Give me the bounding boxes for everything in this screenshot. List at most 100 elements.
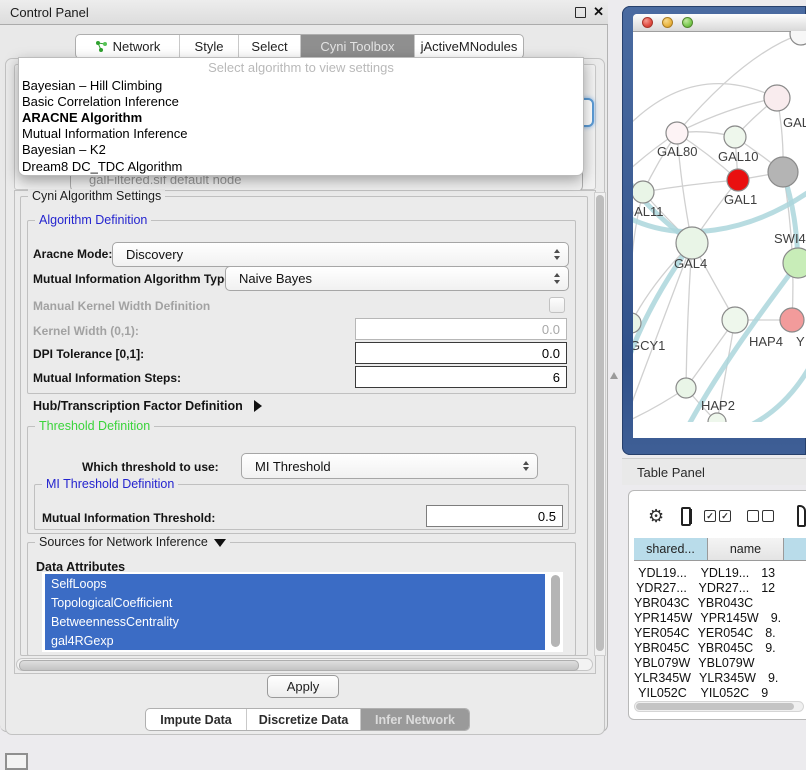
network-node[interactable] — [764, 85, 790, 111]
table-cell[interactable]: YDL19... — [634, 565, 695, 580]
list-item[interactable]: SelfLoops — [45, 574, 545, 593]
horizontal-scrollbar[interactable] — [16, 658, 593, 671]
table-cell[interactable]: YDR27... — [634, 580, 695, 595]
table-cell[interactable]: YPR145W — [700, 610, 766, 625]
tab-infer-network[interactable]: Infer Network — [361, 709, 469, 730]
table-cell[interactable]: YER054C — [634, 625, 698, 640]
table-cell[interactable]: YBL079W — [634, 655, 698, 670]
algorithm-option[interactable]: Basic Correlation Inference — [19, 93, 583, 109]
list-item[interactable]: BetweennessCentrality — [45, 612, 545, 631]
network-node[interactable] — [780, 308, 804, 332]
algorithm-option[interactable]: Bayesian – Hill Climbing — [19, 77, 583, 93]
mac-close-button[interactable] — [642, 17, 653, 28]
network-edge[interactable] — [686, 243, 692, 388]
table-cell[interactable] — [761, 595, 806, 610]
table-row[interactable]: YDL19...YDL19...13 — [634, 565, 806, 580]
table-cell[interactable]: YBR043C — [698, 595, 762, 610]
mi-algorithm-type-combo[interactable]: Naive Bayes — [225, 266, 569, 291]
splitter-arrow-icon[interactable] — [610, 372, 618, 379]
table-cell[interactable]: 13 — [757, 565, 806, 580]
table-row[interactable]: YIL052CYIL052C9 — [634, 685, 806, 700]
table-cell[interactable]: YLR345W — [699, 670, 764, 685]
tab-discretize-data[interactable]: Discretize Data — [247, 709, 361, 730]
algorithm-option[interactable]: Bayesian – K2 — [19, 142, 583, 158]
network-node[interactable] — [708, 413, 726, 422]
table-cell[interactable]: 9. — [764, 670, 806, 685]
table-row[interactable]: YPR145WYPR145W9. — [634, 610, 806, 625]
table-horizontal-scrollbar[interactable] — [634, 701, 804, 712]
mi-steps-field[interactable]: 6 — [355, 366, 567, 388]
table-row[interactable]: YER054CYER054C8. — [634, 625, 806, 640]
table-cell[interactable]: 9. — [767, 610, 806, 625]
manual-kernel-checkbox[interactable] — [549, 297, 565, 313]
apply-button[interactable]: Apply — [267, 675, 339, 698]
list-item[interactable]: gal4RGexp — [45, 631, 545, 650]
select-all-icon[interactable]: ✓✓ — [704, 510, 734, 522]
mi-threshold-field[interactable]: 0.5 — [426, 505, 563, 527]
algorithm-option[interactable]: Dream8 DC_TDC Algorithm — [19, 158, 583, 174]
tab-style[interactable]: Style — [180, 35, 239, 58]
table-cell[interactable]: YER054C — [698, 625, 762, 640]
network-edge-highlighted[interactable] — [687, 263, 798, 422]
table-cell[interactable]: YBL079W — [698, 655, 762, 670]
table-cell[interactable]: YIL052C — [695, 685, 757, 700]
table-cell[interactable]: 8. — [761, 625, 806, 640]
table-row[interactable]: YDR27...YDR27...12 — [634, 580, 806, 595]
network-node[interactable] — [633, 181, 654, 203]
network-edge[interactable] — [677, 34, 801, 133]
vertical-scrollbar[interactable] — [594, 192, 606, 656]
algorithm-option[interactable]: Mutual Information Inference — [19, 126, 583, 142]
table-row[interactable]: YBR045CYBR045C9. — [634, 640, 806, 655]
table-horizontal-scrollbar-thumb[interactable] — [636, 703, 794, 710]
mac-zoom-button[interactable] — [682, 17, 693, 28]
function-builder-icon[interactable] — [797, 505, 806, 527]
which-threshold-combo[interactable]: MI Threshold — [241, 453, 538, 479]
dpi-tolerance-field[interactable]: 0.0 — [355, 342, 567, 364]
tab-jactivemnodules[interactable]: jActiveMNodules — [415, 35, 523, 58]
tab-network[interactable]: Network — [76, 35, 180, 58]
network-canvas[interactable]: GALGAL80GAL10GAL1GAL11SWI4GAL4HAP4YGCY1H… — [633, 31, 806, 422]
table-cell[interactable]: 9 — [757, 685, 806, 700]
network-node[interactable] — [727, 169, 749, 191]
table-row[interactable]: YBR043CYBR043C — [634, 595, 806, 610]
network-edge[interactable] — [633, 192, 643, 323]
close-icon[interactable]: ✕ — [593, 4, 604, 20]
hub-section-toggle[interactable]: Hub/Transcription Factor Definition — [33, 399, 262, 413]
sources-group-title[interactable]: Sources for Network Inference — [35, 535, 230, 549]
table-cell[interactable]: 12 — [757, 580, 806, 595]
kernel-width-field[interactable]: 0.0 — [355, 318, 567, 340]
table-cell[interactable]: YBR045C — [634, 640, 698, 655]
network-edge[interactable] — [643, 180, 738, 192]
table-cell[interactable]: YPR145W — [634, 610, 700, 625]
mac-minimize-button[interactable] — [662, 17, 673, 28]
gear-icon[interactable]: ⚙ — [648, 507, 664, 525]
list-scrollbar-thumb[interactable] — [551, 575, 560, 647]
table-cell[interactable]: YDR27... — [695, 580, 757, 595]
tab-impute-data[interactable]: Impute Data — [146, 709, 247, 730]
network-node[interactable] — [666, 122, 688, 144]
algorithm-option-selected[interactable]: ARACNE Algorithm — [19, 109, 583, 125]
table-row[interactable]: YLR345WYLR345W9. — [634, 670, 806, 685]
network-view-titlebar[interactable] — [633, 14, 806, 32]
table-cell[interactable]: YBR045C — [698, 640, 762, 655]
horizontal-scrollbar-thumb[interactable] — [19, 660, 579, 671]
network-edge-highlighted[interactable] — [745, 361, 806, 422]
aracne-mode-combo[interactable]: Discovery — [112, 242, 569, 267]
network-edge[interactable] — [677, 133, 692, 243]
network-node[interactable] — [722, 307, 748, 333]
network-node[interactable] — [768, 157, 798, 187]
column-header-clipped[interactable]: A — [784, 538, 806, 561]
network-node[interactable] — [724, 126, 746, 148]
columns-icon[interactable] — [681, 507, 691, 526]
column-header-shared[interactable]: shared... — [634, 538, 708, 561]
tab-select[interactable]: Select — [239, 35, 301, 58]
list-item[interactable]: TopologicalCoefficient — [45, 593, 545, 612]
deselect-all-icon[interactable] — [747, 510, 777, 522]
table-cell[interactable]: YDL19... — [695, 565, 757, 580]
table-row[interactable]: YBL079WYBL079W — [634, 655, 806, 670]
network-node[interactable] — [676, 378, 696, 398]
tab-cyni-toolbox[interactable]: Cyni Toolbox — [301, 35, 415, 58]
table-cell[interactable] — [763, 655, 806, 670]
network-node[interactable] — [790, 31, 806, 45]
float-window-icon[interactable] — [575, 7, 586, 18]
